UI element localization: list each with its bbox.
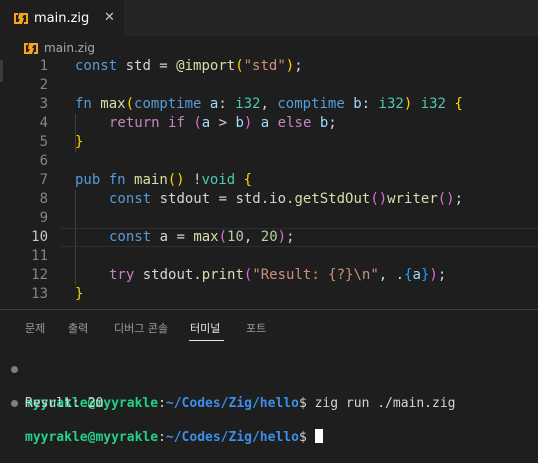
- code-line: 4 return if (a > b) a else b;: [0, 114, 538, 133]
- code-line: 5 }: [0, 133, 538, 152]
- code-line: 2: [0, 76, 538, 95]
- line-number: 11: [31, 248, 48, 264]
- line-number: 5: [39, 134, 48, 150]
- line-number: 10: [31, 229, 48, 245]
- line-number: 1: [39, 58, 48, 74]
- code-line: 1 const std = @import("std");: [0, 57, 538, 76]
- panel-tab-bar: 문제 출력 디버그 콘솔 터미널 포트: [0, 310, 538, 344]
- code-line-current: 10 const a = max(10, 20);: [0, 228, 538, 247]
- code-editor[interactable]: 1 const std = @import("std"); 2 3 fn max…: [0, 57, 538, 309]
- tab-label: main.zig: [34, 10, 90, 26]
- breadcrumb: main.zig: [0, 37, 95, 59]
- command-status-dot-icon[interactable]: [11, 366, 18, 373]
- tab-main-zig[interactable]: main.zig ✕: [0, 0, 124, 36]
- tab-terminal[interactable]: 터미널: [190, 320, 220, 336]
- code-line: 7 pub fn main() !void {: [0, 171, 538, 190]
- terminal-line: myyrakle@myyrakle:~/Codes/Zig/hello$ zig…: [0, 361, 456, 411]
- tab-problems[interactable]: 문제: [25, 320, 45, 336]
- code-line: 9: [0, 209, 538, 228]
- line-number: 4: [39, 115, 48, 131]
- tab-output[interactable]: 출력: [68, 320, 88, 336]
- line-number: 9: [39, 210, 48, 226]
- line-number: 7: [39, 172, 48, 188]
- command-status-dot-icon[interactable]: [11, 400, 18, 407]
- code-line: 6: [0, 152, 538, 171]
- code-line: 13 }: [0, 285, 538, 304]
- editor-tab-bar: main.zig ✕: [0, 0, 538, 36]
- line-number: 6: [39, 153, 48, 169]
- terminal-line: myyrakle@myyrakle:~/Codes/Zig/hello$: [0, 395, 323, 445]
- zig-file-icon: [14, 12, 28, 24]
- line-number: 13: [31, 286, 48, 302]
- breadcrumb-file[interactable]: main.zig: [44, 41, 95, 55]
- tab-ports[interactable]: 포트: [246, 320, 266, 336]
- tab-debug-console[interactable]: 디버그 콘솔: [114, 320, 168, 336]
- code-line: 11: [0, 247, 538, 266]
- line-number: 2: [39, 77, 48, 93]
- code-line: 3 fn max(comptime a: i32, comptime b: i3…: [0, 95, 538, 114]
- code-line: 8 const stdout = std.io.getStdOut()write…: [0, 190, 538, 209]
- bottom-panel: 문제 출력 디버그 콘솔 터미널 포트 myyrakle@myyrakle:~/…: [0, 309, 538, 445]
- terminal-output: Result: 20: [25, 396, 104, 411]
- line-number: 8: [39, 191, 48, 207]
- line-number: 3: [39, 96, 48, 112]
- line-number: 12: [31, 267, 48, 283]
- code-line: 12 try stdout.print("Result: {?}\n", .{a…: [0, 266, 538, 285]
- close-icon[interactable]: ✕: [104, 10, 115, 25]
- zig-file-icon: [24, 42, 38, 54]
- active-tab-indicator: [189, 340, 224, 341]
- terminal-cursor: [314, 429, 323, 443]
